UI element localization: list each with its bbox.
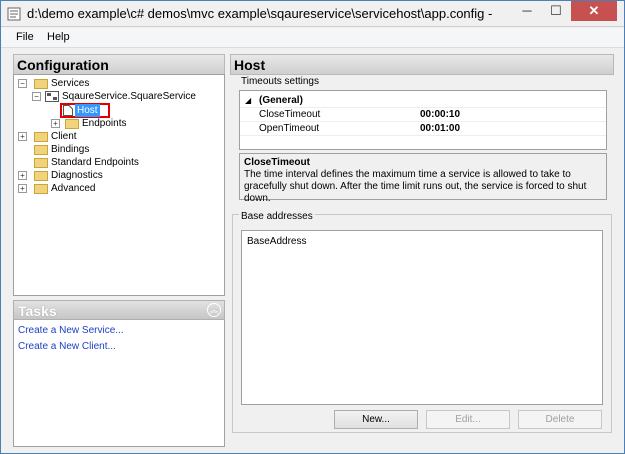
tree-node-label: Bindings bbox=[51, 144, 90, 155]
description-title: CloseTimeout bbox=[244, 157, 310, 168]
base-address-list[interactable]: BaseAddress bbox=[241, 230, 603, 405]
create-client-link[interactable]: Create a New Client... bbox=[18, 341, 116, 352]
expand-icon[interactable]: + bbox=[18, 171, 27, 180]
folder-icon bbox=[34, 184, 48, 194]
host-header: Host bbox=[230, 54, 614, 75]
property-name: CloseTimeout bbox=[259, 109, 321, 120]
expand-icon[interactable]: + bbox=[18, 184, 27, 193]
tree-node-host[interactable]: Host bbox=[60, 103, 110, 118]
new-button[interactable]: New... bbox=[334, 410, 418, 429]
create-service-link[interactable]: Create a New Service... bbox=[18, 325, 124, 336]
folder-icon bbox=[65, 119, 79, 129]
menu-bar: File Help bbox=[1, 28, 624, 48]
base-address-column-header[interactable]: BaseAddress bbox=[247, 236, 306, 247]
title-bar[interactable]: d:\demo example\c# demos\mvc example\sqa… bbox=[1, 1, 624, 27]
configuration-tree[interactable]: − Services − SqaureService.SquareService… bbox=[13, 74, 225, 296]
tree-node-label: Client bbox=[51, 131, 77, 142]
tree-node-label: Services bbox=[51, 78, 90, 89]
category-label: (General) bbox=[259, 95, 303, 106]
service-icon bbox=[45, 91, 59, 106]
tree-node-label: Endpoints bbox=[82, 118, 127, 129]
expand-icon[interactable]: + bbox=[18, 132, 27, 141]
folder-icon bbox=[34, 132, 48, 142]
tree-node-label: Advanced bbox=[51, 183, 96, 194]
app-window: d:\demo example\c# demos\mvc example\sqa… bbox=[0, 0, 625, 454]
property-description: CloseTimeout The time interval defines t… bbox=[239, 153, 607, 204]
timeouts-settings-label: Timeouts settings bbox=[241, 76, 319, 87]
collapse-chevron-icon[interactable]: ︽ bbox=[207, 303, 221, 317]
configuration-header: Configuration bbox=[13, 54, 225, 75]
menu-file[interactable]: File bbox=[16, 31, 34, 43]
tree-node-label: Host bbox=[75, 104, 100, 117]
folder-icon bbox=[34, 79, 48, 89]
base-addresses-label: Base addresses bbox=[239, 211, 315, 222]
delete-button[interactable]: Delete bbox=[518, 410, 602, 429]
property-value[interactable]: 00:00:10 bbox=[420, 107, 460, 122]
property-row-open-timeout[interactable]: OpenTimeout 00:01:00 bbox=[240, 121, 606, 136]
tasks-panel: Create a New Service... Create a New Cli… bbox=[13, 320, 225, 447]
edit-button[interactable]: Edit... bbox=[426, 410, 510, 429]
minimize-button[interactable]: ─ bbox=[513, 1, 541, 21]
tasks-title: Tasks bbox=[18, 303, 57, 319]
property-value[interactable]: 00:01:00 bbox=[420, 121, 460, 136]
folder-icon bbox=[34, 158, 48, 168]
document-icon bbox=[63, 105, 73, 120]
folder-icon bbox=[34, 171, 48, 181]
folder-icon bbox=[34, 145, 48, 155]
app-icon bbox=[7, 7, 21, 21]
maximize-button[interactable]: ☐ bbox=[542, 1, 570, 21]
property-name: OpenTimeout bbox=[259, 123, 320, 134]
tasks-header: Tasks ︽ bbox=[13, 300, 225, 320]
tree-node-label: SqaureService.SquareService bbox=[62, 91, 196, 102]
description-text: The time interval defines the maximum ti… bbox=[244, 169, 587, 204]
menu-help[interactable]: Help bbox=[47, 31, 70, 43]
collapse-triangle-icon[interactable]: ◢ bbox=[245, 93, 251, 108]
property-category[interactable]: ◢ (General) bbox=[240, 93, 606, 108]
expand-icon[interactable]: + bbox=[51, 119, 60, 128]
collapse-icon[interactable]: − bbox=[32, 92, 41, 101]
tree-node-label: Diagnostics bbox=[51, 170, 103, 181]
property-grid[interactable]: ◢ (General) CloseTimeout 00:00:10 OpenTi… bbox=[239, 90, 607, 150]
close-button[interactable]: ✕ bbox=[571, 1, 617, 21]
tree-node-label: Standard Endpoints bbox=[51, 157, 139, 168]
collapse-icon[interactable]: − bbox=[18, 79, 27, 88]
property-row-close-timeout[interactable]: CloseTimeout 00:00:10 bbox=[240, 107, 606, 122]
window-title: d:\demo example\c# demos\mvc example\sqa… bbox=[27, 6, 497, 21]
